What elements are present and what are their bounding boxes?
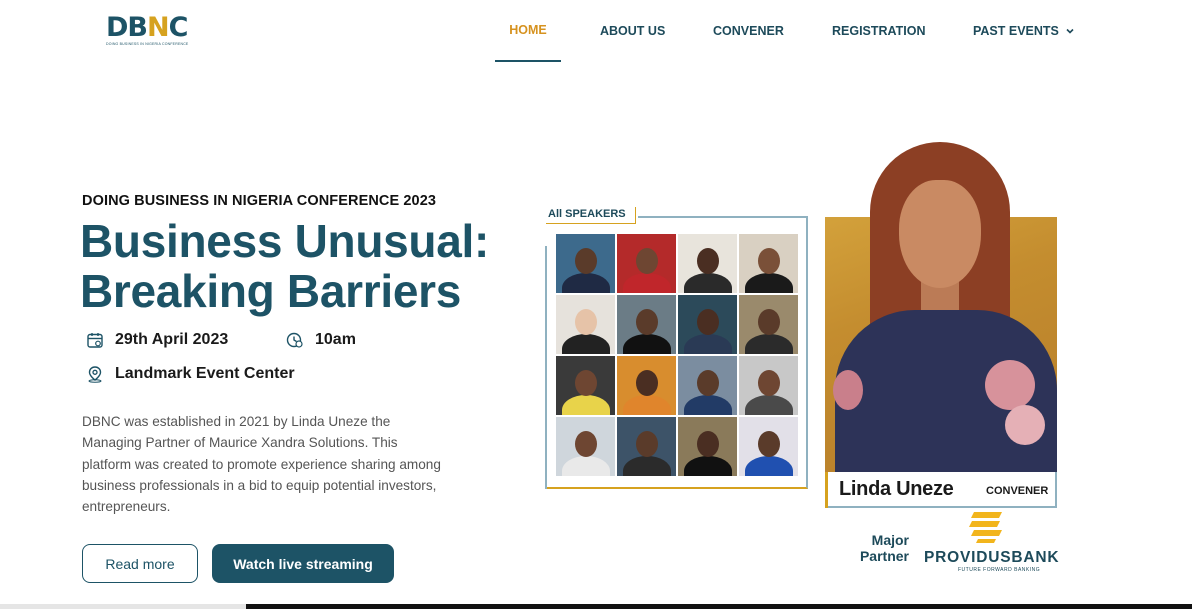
speaker-photo — [556, 295, 615, 354]
speaker-photo — [556, 356, 615, 415]
convener-photo-face — [899, 180, 981, 288]
speaker-photo-body — [744, 395, 793, 415]
convener-photo-flower — [833, 370, 863, 410]
conference-eyebrow: DOING BUSINESS IN NIGERIA CONFERENCE 202… — [82, 193, 437, 209]
clock-icon — [286, 332, 303, 348]
speaker-photo — [617, 234, 676, 293]
speaker-photo-body — [561, 334, 610, 354]
speaker-photo — [739, 234, 798, 293]
speaker-photo-body — [622, 273, 671, 293]
speaker-photo-head — [696, 431, 719, 457]
convener-photo — [825, 140, 1057, 473]
chevron-down-icon — [1066, 28, 1074, 34]
all-speakers-label: All SPEAKERS — [546, 207, 636, 224]
speaker-photo-body — [561, 456, 610, 476]
watch-live-streaming-button[interactable]: Watch live streaming — [212, 544, 394, 583]
speaker-photo-body — [683, 395, 732, 415]
convener-photo-flower — [985, 360, 1035, 410]
speaker-photo — [678, 417, 737, 476]
read-more-button[interactable]: Read more — [82, 544, 198, 583]
speakers-card: All SPEAKERS — [545, 207, 808, 489]
convener-photo-flower — [1005, 405, 1045, 445]
speaker-photo-body — [561, 273, 610, 293]
speaker-photo-head — [696, 248, 719, 274]
speaker-photo — [556, 417, 615, 476]
speaker-photo-body — [561, 395, 610, 415]
nav-about-us[interactable]: ABOUT US — [600, 0, 665, 62]
providus-bank-logo-icon — [969, 512, 1002, 543]
speaker-photo — [617, 295, 676, 354]
nav-home[interactable]: HOME — [495, 0, 561, 62]
speaker-photo-body — [683, 334, 732, 354]
speaker-photo-head — [574, 370, 597, 396]
event-venue: Landmark Event Center — [86, 365, 295, 383]
speaker-photo-body — [622, 456, 671, 476]
speaker-photo-body — [683, 273, 732, 293]
speaker-photo-grid — [556, 234, 798, 476]
hero-headline: Business Unusual: Breaking Barriers — [80, 215, 489, 317]
speaker-photo-head — [757, 431, 780, 457]
location-pin-icon — [88, 366, 102, 383]
partner-name: PROVIDUSBANK — [924, 549, 1060, 566]
speaker-photo-body — [683, 456, 732, 476]
speaker-photo — [556, 234, 615, 293]
speaker-photo-head — [757, 309, 780, 335]
speaker-photo — [739, 295, 798, 354]
nav-registration[interactable]: REGISTRATION — [832, 0, 926, 62]
speaker-photo-head — [696, 309, 719, 335]
speakers-frame-left — [545, 246, 547, 489]
speaker-photo-body — [744, 334, 793, 354]
partner-tagline: FUTURE FORWARD BANKING — [958, 567, 1041, 573]
speaker-photo-head — [635, 248, 658, 274]
speaker-photo-head — [635, 431, 658, 457]
nav-past-events[interactable]: PAST EVENTS — [973, 0, 1075, 62]
speaker-photo — [739, 356, 798, 415]
speaker-photo — [678, 356, 737, 415]
page-divider — [0, 604, 1192, 609]
nav-convener[interactable]: CONVENER — [713, 0, 784, 62]
logo-tagline: DOING BUSINESS IN NIGERIA CONFERENCE — [106, 42, 189, 46]
major-partner-label: Major Partner — [859, 532, 909, 564]
calendar-icon — [87, 333, 103, 348]
event-time: 10am — [286, 331, 356, 349]
event-time-text: 10am — [315, 331, 356, 348]
about-description: DBNC was established in 2021 by Linda Un… — [82, 414, 441, 515]
speakers-frame-top — [638, 216, 808, 218]
speaker-photo-body — [744, 456, 793, 476]
speaker-photo-head — [574, 431, 597, 457]
speaker-photo-head — [696, 370, 719, 396]
convener-name-bar-accent — [825, 472, 828, 508]
logo-wordmark: DBNC — [106, 12, 188, 43]
speaker-photo — [678, 295, 737, 354]
speaker-photo-head — [635, 370, 658, 396]
event-venue-text: Landmark Event Center — [115, 365, 295, 382]
speaker-photo-head — [757, 248, 780, 274]
speaker-photo-body — [744, 273, 793, 293]
speaker-photo — [617, 356, 676, 415]
speaker-photo-body — [622, 334, 671, 354]
speaker-photo-head — [574, 309, 597, 335]
speaker-photo-head — [757, 370, 780, 396]
speaker-photo — [739, 417, 798, 476]
speaker-photo-head — [635, 309, 658, 335]
dbnc-logo[interactable]: DBNC DOING BUSINESS IN NIGERIA CONFERENC… — [106, 12, 189, 47]
speaker-photo-head — [574, 248, 597, 274]
speaker-photo-body — [622, 395, 671, 415]
event-date: 29th April 2023 — [86, 331, 228, 349]
convener-name: Linda Uneze — [839, 478, 954, 500]
site-header: DBNC DOING BUSINESS IN NIGERIA CONFERENC… — [0, 0, 1192, 72]
speaker-photo — [678, 234, 737, 293]
nav-past-events-label: PAST EVENTS — [973, 24, 1059, 38]
speaker-photo — [617, 417, 676, 476]
event-date-text: 29th April 2023 — [115, 331, 229, 348]
convener-role: CONVENER — [986, 485, 1049, 497]
